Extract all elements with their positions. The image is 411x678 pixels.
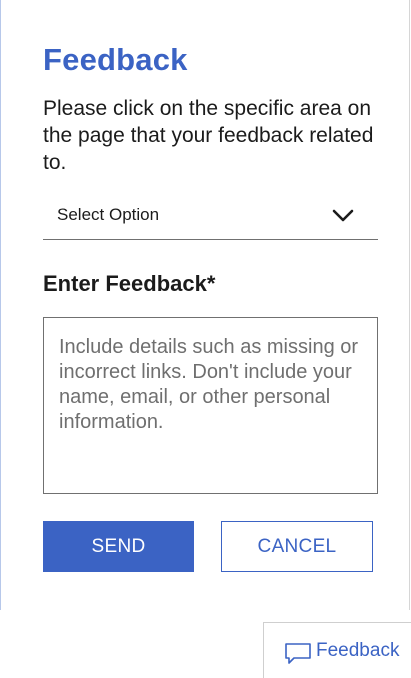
dialog-title: Feedback	[43, 42, 188, 77]
cancel-button[interactable]: CANCEL	[221, 521, 373, 572]
chevron-down-icon	[332, 209, 354, 222]
feedback-textarea[interactable]	[44, 318, 377, 493]
feedback-dialog: Feedback Please click on the specific ar…	[0, 0, 410, 610]
feedback-textarea-box	[43, 317, 378, 494]
feedback-field-label: Enter Feedback*	[43, 271, 216, 296]
area-select-dropdown[interactable]: Select Option	[43, 198, 378, 240]
page: Feedback Please click on the specific ar…	[0, 0, 411, 678]
dialog-instructions: Please click on the specific area on the…	[43, 97, 374, 174]
send-button[interactable]: SEND	[43, 521, 194, 572]
feedback-floating-button[interactable]: Feedback	[263, 622, 411, 678]
feedback-floating-label: Feedback	[316, 639, 400, 661]
select-value: Select Option	[57, 205, 160, 224]
speech-bubble-icon	[285, 642, 311, 664]
